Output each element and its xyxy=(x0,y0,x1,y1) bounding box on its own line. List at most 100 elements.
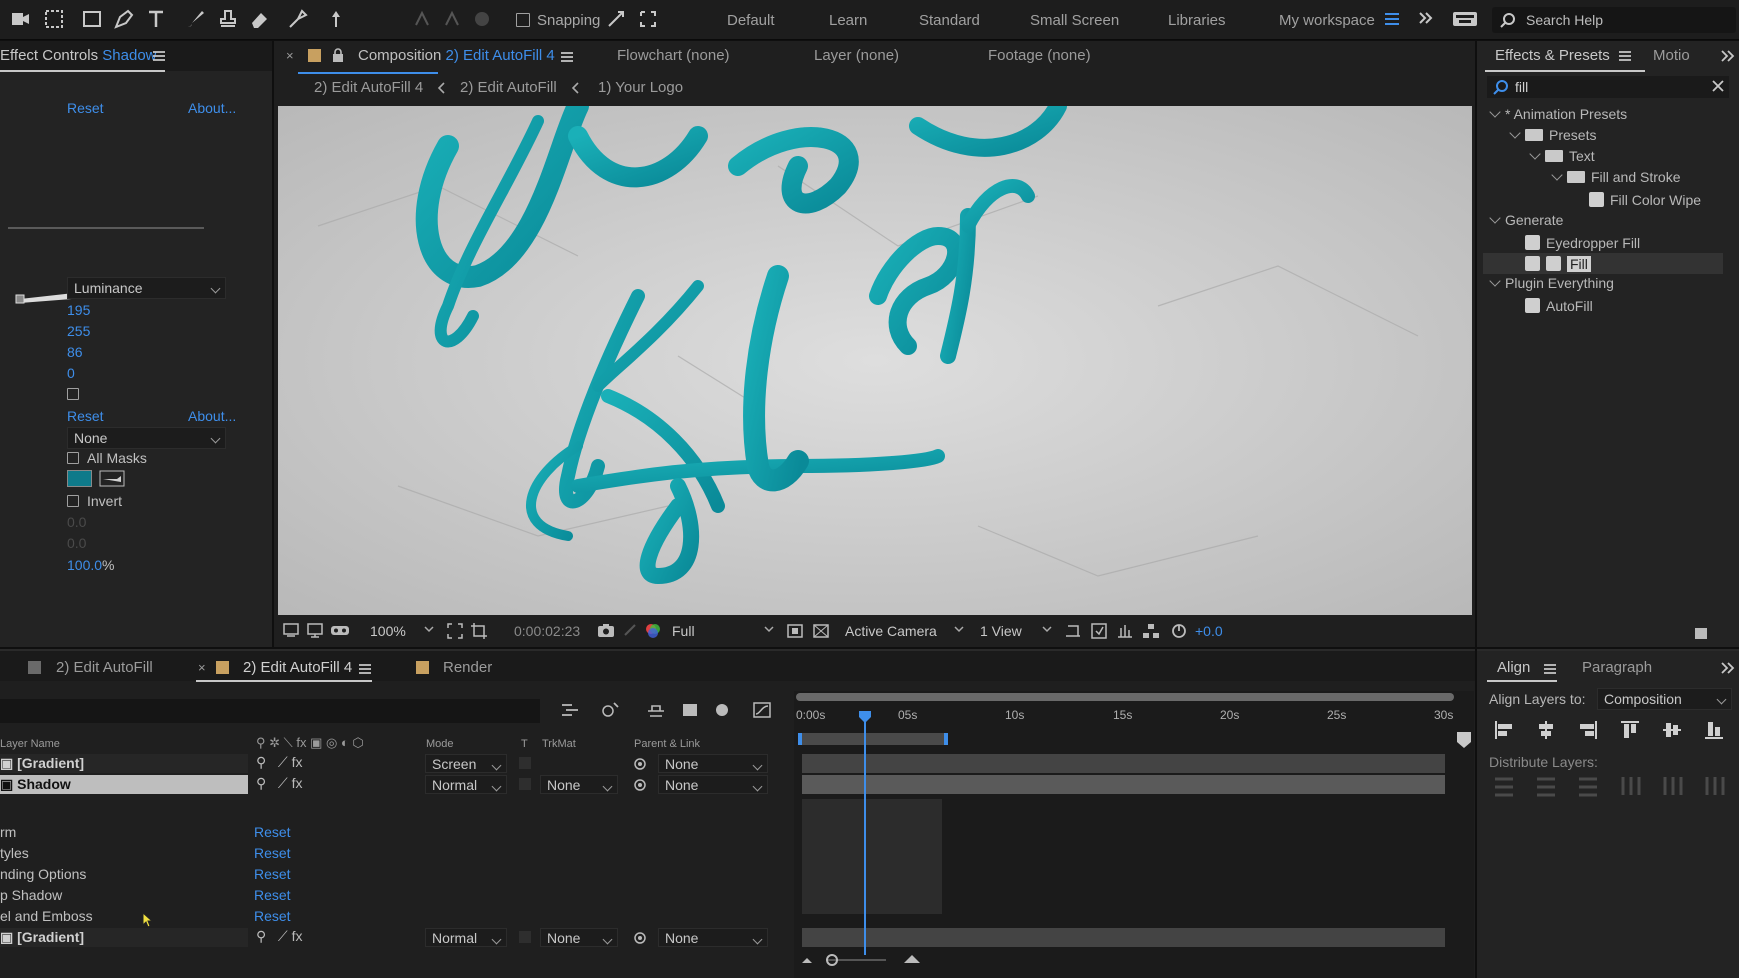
align-tab[interactable]: Align xyxy=(1497,659,1530,676)
layer-style-layer-styles[interactable]: tyles xyxy=(0,845,29,861)
comp-menu-icon[interactable] xyxy=(560,50,574,64)
layer-3-bar[interactable] xyxy=(802,928,1445,947)
snapshot-icon[interactable] xyxy=(596,622,616,638)
expand-icon[interactable] xyxy=(1489,106,1501,118)
camera-chevron-icon[interactable] xyxy=(954,626,964,634)
parent-pickwhip-icon-3[interactable] xyxy=(632,930,648,946)
snapping-checkbox[interactable] xyxy=(516,13,530,27)
align-h-center-icon[interactable] xyxy=(1535,719,1557,741)
close-comp-tab[interactable]: × xyxy=(286,48,294,63)
layer-tab[interactable]: Layer (none) xyxy=(814,47,899,64)
timeline-menu-icon[interactable] xyxy=(358,662,372,676)
new-bin-icon[interactable] xyxy=(1693,625,1709,641)
workspace-libraries[interactable]: Libraries xyxy=(1168,12,1226,29)
selection-tool-icon[interactable] xyxy=(42,7,66,31)
tree-plugin-everything[interactable]: Plugin Everything xyxy=(1489,275,1614,291)
graph-editor-icon[interactable] xyxy=(752,701,772,721)
percent-value[interactable]: 100.0% xyxy=(67,557,115,573)
workspace-standard[interactable]: Standard xyxy=(919,12,980,29)
distribute-h-center-icon[interactable] xyxy=(1661,775,1683,797)
timeline-icon[interactable] xyxy=(1116,622,1134,640)
panel-menu-icon[interactable] xyxy=(152,49,166,63)
comp-mini-flowchart-icon[interactable] xyxy=(560,701,580,721)
paragraph-tab[interactable]: Paragraph xyxy=(1582,659,1652,676)
clone-stamp-icon[interactable] xyxy=(216,7,240,31)
align-to-dropdown[interactable]: Composition xyxy=(1597,688,1732,710)
value-3[interactable]: 86 xyxy=(67,344,83,360)
layer-1-switches[interactable]: ⚲ ⟋ fx xyxy=(256,754,303,771)
layer-2-preserve-transparency[interactable] xyxy=(519,778,531,790)
layer-2-switches[interactable]: ⚲ ⟋ fx xyxy=(256,775,303,792)
tree-animation-presets[interactable]: * Animation Presets xyxy=(1489,106,1627,122)
comp-marker-bin-icon[interactable] xyxy=(1456,731,1472,749)
zoom-out-icon[interactable] xyxy=(800,955,814,965)
render-queue-tab[interactable]: Render xyxy=(443,659,492,676)
align-bottom-icon[interactable] xyxy=(1703,719,1725,741)
type-tool-icon[interactable] xyxy=(144,7,168,31)
playhead-handle-icon[interactable] xyxy=(858,710,872,724)
layer-2-trkmat[interactable]: None xyxy=(540,775,618,794)
levels-slider-graph[interactable] xyxy=(14,241,206,311)
layer-name[interactable]: [Gradient] xyxy=(17,755,84,771)
value-2[interactable]: 255 xyxy=(67,323,90,339)
value-1[interactable]: 195 xyxy=(67,302,90,318)
roto-brush-icon[interactable] xyxy=(286,7,310,31)
views-chevron-icon[interactable] xyxy=(1042,626,1052,634)
monitor-icon[interactable] xyxy=(306,622,324,638)
tree-autofill[interactable]: AutoFill xyxy=(1525,296,1593,314)
toggle-pixel-aspect-icon[interactable] xyxy=(1064,622,1082,640)
layer-2-parent[interactable]: None xyxy=(658,775,768,794)
current-timecode[interactable]: 0:00:02:23 xyxy=(514,623,580,639)
region-icon[interactable] xyxy=(786,622,804,640)
flowchart-icon[interactable] xyxy=(1142,622,1160,640)
composition-tab[interactable]: Composition 2) Edit AutoFill 4 xyxy=(358,47,555,64)
layer-2-mode[interactable]: Normal xyxy=(425,775,507,794)
timeline-tab-edit-autofill[interactable]: 2) Edit AutoFill xyxy=(56,659,153,676)
timeline-tab-edit-autofill-4[interactable]: 2) Edit AutoFill 4 xyxy=(243,659,352,676)
expand-icon[interactable] xyxy=(1489,275,1501,287)
eyedropper-icon[interactable] xyxy=(99,470,125,487)
transparency-grid-icon[interactable] xyxy=(812,622,830,640)
distribute-left-icon[interactable] xyxy=(1619,775,1641,797)
reset-bevel-emboss[interactable]: Reset xyxy=(254,908,291,924)
snap-edges-icon[interactable] xyxy=(604,7,628,31)
about-link[interactable]: About... xyxy=(188,100,236,116)
color-swatch[interactable] xyxy=(67,470,92,487)
show-snapshot-icon[interactable] xyxy=(622,622,638,638)
align-right-icon[interactable] xyxy=(1577,719,1599,741)
invert-checkbox[interactable] xyxy=(67,495,79,507)
layer-3-parent[interactable]: None xyxy=(658,928,768,947)
expand-icon[interactable] xyxy=(1529,148,1541,160)
tree-presets[interactable]: Presets xyxy=(1509,127,1596,143)
layer-1-preserve-transparency[interactable] xyxy=(519,757,531,769)
reset-transform[interactable]: Reset xyxy=(254,824,291,840)
reset-blending-options[interactable]: Reset xyxy=(254,866,291,882)
rectangle-tool-icon[interactable] xyxy=(80,7,104,31)
align-overflow-icon[interactable] xyxy=(1720,661,1736,675)
motion-tab[interactable]: Motio xyxy=(1653,47,1690,64)
frame-blending-icon[interactable] xyxy=(680,701,700,721)
layer-3-mode[interactable]: Normal xyxy=(425,928,507,947)
layer-name[interactable]: Shadow xyxy=(17,776,71,792)
layer-3-switches[interactable]: ⚲ ⟋ fx xyxy=(256,928,303,945)
clear-search-icon[interactable] xyxy=(1711,79,1725,93)
layer-3-preserve-transparency[interactable] xyxy=(519,931,531,943)
distribute-v-center-icon[interactable] xyxy=(1535,775,1557,797)
pen-tool-icon[interactable] xyxy=(112,7,136,31)
resolution-chevron-icon[interactable] xyxy=(764,626,774,634)
shy-layers-icon[interactable] xyxy=(646,701,666,721)
expand-icon[interactable] xyxy=(1509,127,1521,139)
ep-overflow-icon[interactable] xyxy=(1720,49,1736,63)
layer-3-trkmat[interactable]: None xyxy=(540,928,618,947)
color-channels-icon[interactable] xyxy=(644,622,662,640)
reset-link[interactable]: Reset xyxy=(67,100,104,116)
workspace-menu-icon[interactable] xyxy=(1382,9,1406,33)
layer-1-mode[interactable]: Screen xyxy=(425,754,507,773)
search-help-box[interactable]: Search Help xyxy=(1492,7,1736,33)
fast-previews-icon[interactable] xyxy=(1090,622,1108,640)
fit-icon[interactable] xyxy=(446,622,464,640)
camera-dropdown[interactable]: Active Camera xyxy=(845,623,937,639)
lock-icon[interactable] xyxy=(332,48,344,63)
always-preview-icon[interactable] xyxy=(282,622,300,638)
resolution-dropdown[interactable]: Full xyxy=(672,623,695,639)
